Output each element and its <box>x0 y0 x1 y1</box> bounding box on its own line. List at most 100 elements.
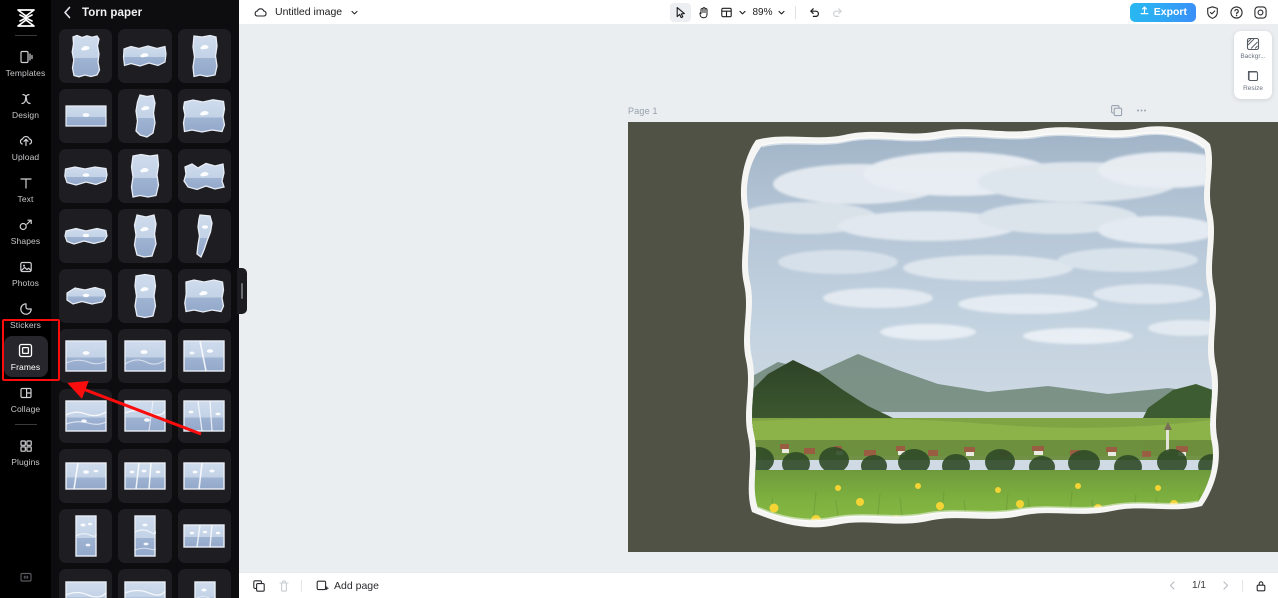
sidebar-item-frames[interactable]: Frames <box>3 336 48 377</box>
frame-thumbnail[interactable] <box>118 269 172 323</box>
frame-thumbnail[interactable] <box>177 569 231 598</box>
sidebar-item-shapes[interactable]: Shapes <box>4 210 48 251</box>
layout-grid-icon[interactable] <box>715 3 736 22</box>
frame-thumbnail[interactable] <box>177 29 231 83</box>
sidebar-item-collage[interactable]: Collage <box>4 378 48 419</box>
resize-icon <box>1246 68 1261 83</box>
sidebar-item-photos[interactable]: Photos <box>4 252 48 293</box>
select-tool-button[interactable] <box>669 2 691 22</box>
panel-title: Torn paper <box>82 6 143 19</box>
add-page-label: Add page <box>334 579 379 592</box>
frame-thumbnail[interactable] <box>59 209 113 263</box>
frame-thumbnail[interactable] <box>118 329 172 383</box>
frame-thumbnail[interactable] <box>59 269 113 323</box>
canvas-tools-group: 89% <box>669 2 848 22</box>
canvas-workspace[interactable]: Page 1 Backgr... Resize <box>239 25 1278 572</box>
frame-thumbnail[interactable] <box>177 209 231 263</box>
frame-thumbnail[interactable] <box>118 509 172 563</box>
frame-thumbnail[interactable] <box>118 29 172 83</box>
resize-tool[interactable]: Resize <box>1234 68 1272 93</box>
frame-thumbnail[interactable] <box>59 89 113 143</box>
sidebar-item-upload[interactable]: Upload <box>4 126 48 167</box>
torn-paper-photo[interactable] <box>628 122 1278 552</box>
undo-button[interactable] <box>804 3 825 22</box>
frame-thumbnail[interactable] <box>177 329 231 383</box>
zoom-control[interactable]: 89% <box>749 7 786 18</box>
frames-icon <box>17 342 35 360</box>
collage-icon <box>17 384 35 402</box>
frame-thumbnail[interactable] <box>177 449 231 503</box>
layout-tool-button[interactable] <box>715 3 747 22</box>
sidebar-item-plugins[interactable]: Plugins <box>4 431 48 472</box>
question-circle-icon[interactable] <box>1228 4 1244 20</box>
next-page-button[interactable] <box>1219 579 1232 592</box>
frames-library-panel: Torn paper <box>51 0 247 598</box>
background-tool-label: Backgr... <box>1240 53 1266 60</box>
frame-thumbnail[interactable] <box>118 89 172 143</box>
shapes-icon <box>17 216 35 234</box>
hand-tool-button[interactable] <box>692 3 713 22</box>
templates-icon <box>17 48 35 66</box>
sidebar-item-label: Stickers <box>9 319 42 330</box>
sidebar-item-templates[interactable]: Templates <box>4 42 48 83</box>
add-page-button[interactable]: Add page <box>314 578 379 593</box>
rail-divider-bottom <box>14 424 37 425</box>
page-label: Page 1 <box>628 106 658 116</box>
sidebar-item-label: Templates <box>5 67 46 78</box>
background-tool[interactable]: Backgr... <box>1234 36 1272 61</box>
frame-thumbnail[interactable] <box>118 389 172 443</box>
sidebar-item-label: Collage <box>10 403 41 414</box>
redo-button[interactable] <box>827 3 848 22</box>
chevron-down-icon[interactable] <box>349 7 359 17</box>
duplicate-icon[interactable] <box>251 578 266 593</box>
frame-thumbnail[interactable] <box>177 389 231 443</box>
frame-thumbnail[interactable] <box>118 449 172 503</box>
frame-thumbnail[interactable] <box>59 29 113 83</box>
panel-header: Torn paper <box>51 0 239 25</box>
sidebar-item-label: Frames <box>10 361 41 372</box>
more-options-icon[interactable] <box>1135 104 1148 117</box>
artboard-page-1[interactable] <box>628 122 1278 552</box>
page-tools-group <box>1110 104 1148 117</box>
frame-thumbnail[interactable] <box>118 209 172 263</box>
keyboard-shortcuts-icon[interactable] <box>18 569 34 590</box>
bottom-toolbar: Add page 1/1 <box>239 572 1278 598</box>
frame-thumbnail[interactable] <box>59 449 113 503</box>
duplicate-page-icon[interactable] <box>1110 104 1123 117</box>
design-icon <box>17 90 35 108</box>
frame-thumbnail[interactable] <box>118 149 172 203</box>
settings-gear-icon[interactable] <box>1252 4 1268 20</box>
frame-thumbnail[interactable] <box>177 269 231 323</box>
prev-page-button[interactable] <box>1166 579 1179 592</box>
bottombar-right-group: 1/1 <box>1166 578 1268 593</box>
document-title[interactable]: Untitled image <box>275 6 342 18</box>
frame-thumbnail[interactable] <box>118 569 172 598</box>
frame-thumbnail[interactable] <box>59 149 113 203</box>
export-button[interactable]: Export <box>1129 2 1196 22</box>
toolbar-divider <box>794 5 796 19</box>
panel-collapse-handle[interactable] <box>237 268 247 314</box>
rail-bottom-group <box>0 569 51 590</box>
chevron-down-icon[interactable] <box>777 7 787 17</box>
frame-thumbnail[interactable] <box>177 509 231 563</box>
page-indicator: 1/1 <box>1192 580 1206 591</box>
frame-thumbnail[interactable] <box>177 89 231 143</box>
sidebar-item-label: Plugins <box>11 456 40 467</box>
sidebar-item-label: Photos <box>11 277 40 288</box>
frame-thumbnail[interactable] <box>59 329 113 383</box>
sidebar-item-stickers[interactable]: Stickers <box>4 294 48 335</box>
left-nav-rail: Templates Design Upload Text Shapes Phot… <box>0 0 51 598</box>
editor-main-area: Untitled image 89% Export Page 1 Backgr.… <box>239 0 1278 598</box>
frame-thumbnail[interactable] <box>59 389 113 443</box>
shield-check-icon[interactable] <box>1204 4 1220 20</box>
sidebar-item-text[interactable]: Text <box>4 168 48 209</box>
sidebar-item-design[interactable]: Design <box>4 84 48 125</box>
lock-icon[interactable] <box>1253 578 1268 593</box>
frame-thumbnail[interactable] <box>59 509 113 563</box>
chevron-down-icon[interactable] <box>737 7 747 17</box>
frame-thumbnail[interactable] <box>177 149 231 203</box>
trash-icon[interactable] <box>276 578 291 593</box>
frames-thumbnail-grid <box>51 25 239 598</box>
chevron-left-icon[interactable] <box>61 6 73 20</box>
frame-thumbnail[interactable] <box>59 569 113 598</box>
